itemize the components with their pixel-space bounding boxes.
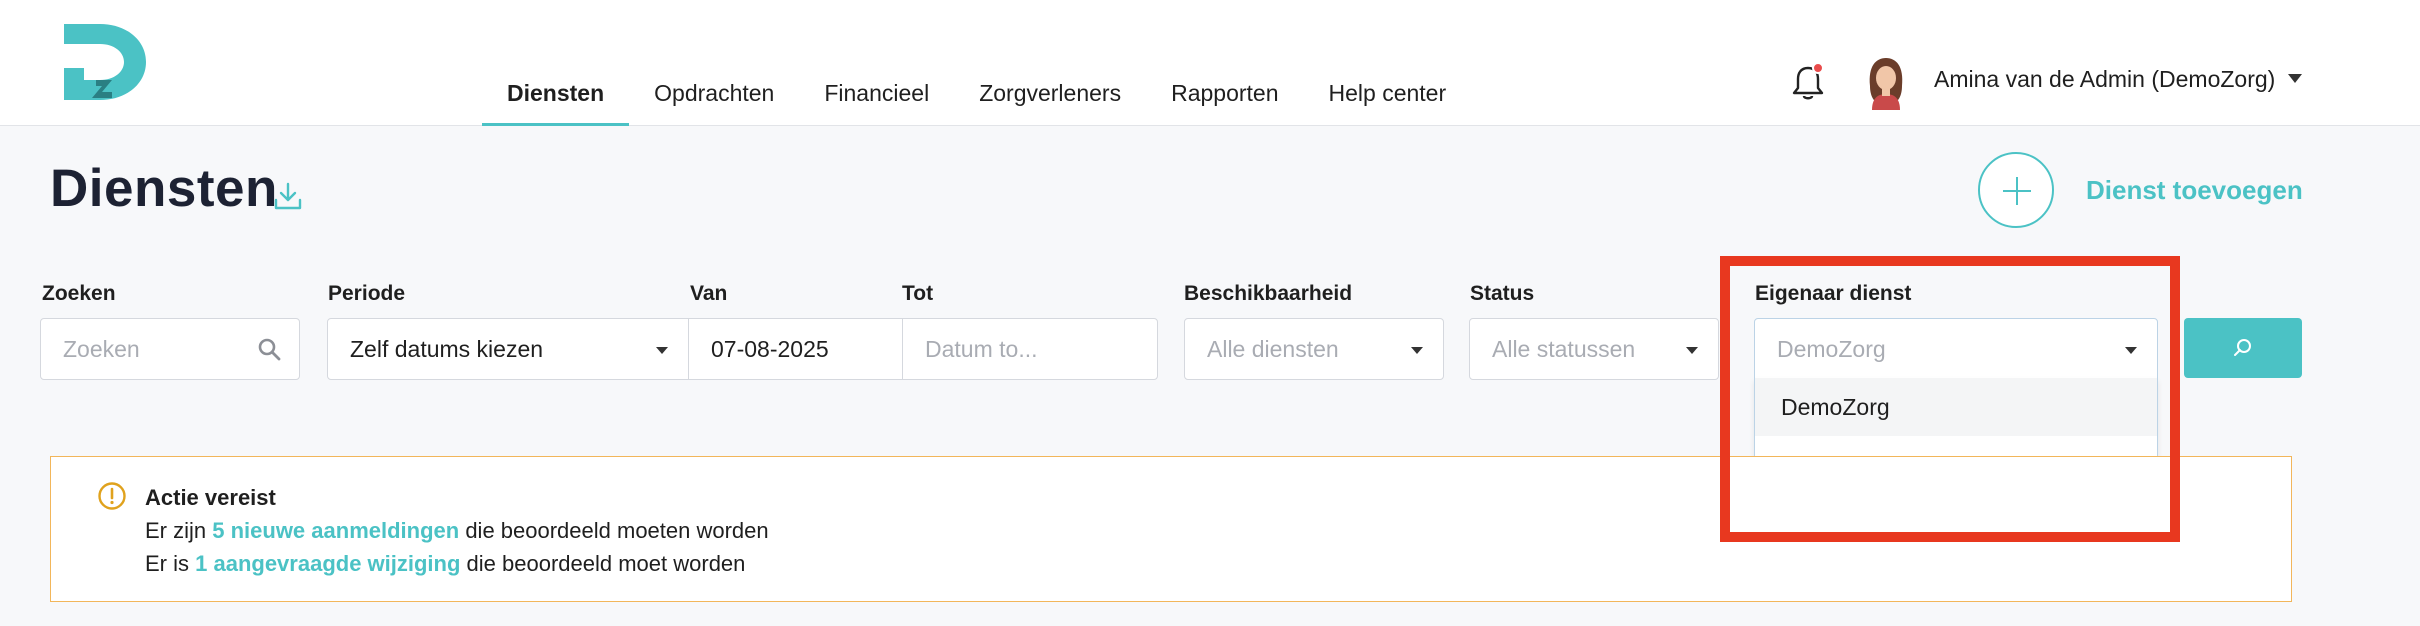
requested-change-link[interactable]: 1 aangevraagde wijziging bbox=[195, 551, 460, 576]
beschikbaarheid-placeholder: Alle diensten bbox=[1207, 335, 1339, 362]
nav-opdrachten[interactable]: Opdrachten bbox=[629, 62, 799, 126]
avatar[interactable] bbox=[1862, 56, 1910, 110]
user-name[interactable]: Amina van de Admin (DemoZorg) bbox=[1934, 66, 2275, 93]
nav-diensten[interactable]: Diensten bbox=[482, 62, 630, 126]
tot-date-field[interactable]: Datum to... bbox=[902, 318, 1158, 380]
alert-line-2-pre: Er is bbox=[145, 551, 196, 576]
add-service-icon-button[interactable] bbox=[1978, 152, 2054, 228]
tot-label: Tot bbox=[902, 282, 934, 305]
alert-line-1-pre: Er zijn bbox=[145, 518, 213, 543]
download-icon[interactable] bbox=[272, 180, 304, 212]
main-nav: Diensten Opdrachten Financieel Zorgverle… bbox=[482, 62, 1471, 126]
periode-value: Zelf datums kiezen bbox=[350, 335, 544, 362]
notification-dot bbox=[1812, 62, 1824, 74]
beschikbaarheid-select[interactable]: Alle diensten bbox=[1184, 318, 1444, 380]
tot-placeholder: Datum to... bbox=[925, 335, 1038, 362]
status-select[interactable]: Alle statussen bbox=[1469, 318, 1719, 380]
periode-label: Periode bbox=[328, 282, 406, 305]
alert-line-1-post: die beoordeeld moeten worden bbox=[459, 518, 769, 543]
van-value: 07-08-2025 bbox=[711, 335, 829, 362]
nav-zorgverleners[interactable]: Zorgverleners bbox=[954, 62, 1146, 126]
search-icon bbox=[258, 338, 281, 361]
page-title: Diensten bbox=[50, 159, 278, 218]
logo[interactable] bbox=[64, 24, 146, 100]
caret-down-icon bbox=[656, 347, 668, 354]
alert-line-2: Er is 1 aangevraagde wijziging die beoor… bbox=[145, 551, 745, 577]
search-button[interactable] bbox=[2184, 318, 2302, 378]
beschikbaarheid-label: Beschikbaarheid bbox=[1184, 282, 1353, 305]
new-registrations-link[interactable]: 5 nieuwe aanmeldingen bbox=[212, 518, 459, 543]
nav-financieel[interactable]: Financieel bbox=[799, 62, 954, 126]
van-label: Van bbox=[690, 282, 728, 305]
nav-help-center[interactable]: Help center bbox=[1304, 62, 1472, 126]
add-service-button[interactable]: Dienst toevoegen bbox=[2086, 175, 2303, 206]
van-date-field[interactable]: 07-08-2025 bbox=[688, 318, 903, 380]
alert-title: Actie vereist bbox=[145, 485, 276, 510]
periode-select[interactable]: Zelf datums kiezen bbox=[327, 318, 689, 380]
caret-down-icon[interactable] bbox=[2288, 74, 2302, 83]
nav-rapporten[interactable]: Rapporten bbox=[1146, 62, 1303, 126]
alert-line-2-post: die beoordeeld moet worden bbox=[460, 551, 746, 576]
zoeken-label: Zoeken bbox=[42, 282, 116, 305]
top-bar: Diensten Opdrachten Financieel Zorgverle… bbox=[0, 0, 2420, 126]
status-label: Status bbox=[1470, 282, 1535, 305]
caret-down-icon bbox=[1411, 347, 1423, 354]
search-input[interactable]: Zoeken bbox=[40, 318, 300, 380]
search-icon bbox=[2234, 339, 2251, 356]
caret-down-icon bbox=[1686, 347, 1698, 354]
warning-icon bbox=[98, 482, 126, 510]
status-placeholder: Alle statussen bbox=[1492, 335, 1636, 362]
highlight-box bbox=[1720, 256, 2180, 542]
search-placeholder: Zoeken bbox=[63, 335, 140, 362]
alert-line-1: Er zijn 5 nieuwe aanmeldingen die beoord… bbox=[145, 518, 769, 544]
